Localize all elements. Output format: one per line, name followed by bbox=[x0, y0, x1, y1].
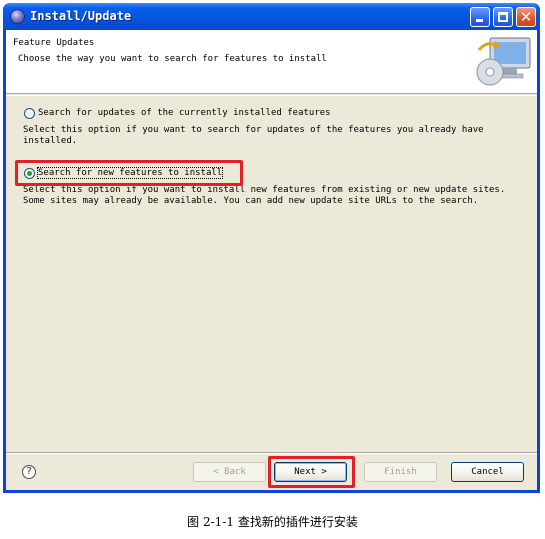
close-button[interactable]: ✕ bbox=[516, 7, 536, 27]
maximize-icon bbox=[498, 12, 508, 22]
page-description: Choose the way you want to search for fe… bbox=[18, 54, 327, 64]
title-bar[interactable]: Install/Update ✕ bbox=[3, 3, 540, 30]
dialog-body: Feature Updates Choose the way you want … bbox=[6, 30, 537, 490]
header-separator bbox=[6, 95, 537, 96]
new-features-highlight bbox=[15, 160, 243, 186]
updates-option-description: Select this option if you want to search… bbox=[23, 125, 484, 146]
footer-separator-highlight bbox=[6, 453, 537, 454]
updates-radio[interactable] bbox=[24, 108, 35, 119]
next-button-highlight bbox=[268, 456, 355, 488]
back-button[interactable]: < Back bbox=[193, 462, 266, 482]
install-wizard-icon bbox=[476, 37, 531, 86]
minimize-button[interactable] bbox=[470, 7, 490, 27]
eclipse-app-icon bbox=[10, 9, 25, 24]
wizard-header: Feature Updates Choose the way you want … bbox=[6, 30, 537, 94]
close-icon: ✕ bbox=[519, 8, 533, 26]
install-update-window: Install/Update ✕ Feature Updates Choose … bbox=[3, 3, 540, 493]
updates-option-label[interactable]: Search for updates of the currently inst… bbox=[38, 108, 331, 118]
help-icon[interactable]: ? bbox=[22, 465, 36, 479]
minimize-icon bbox=[476, 19, 483, 22]
new-features-option-description: Select this option if you want to instal… bbox=[23, 185, 506, 206]
window-title: Install/Update bbox=[30, 9, 132, 23]
maximize-button[interactable] bbox=[493, 7, 513, 27]
figure-caption: 图 2-1-1 查找新的插件进行安装 bbox=[187, 515, 358, 529]
page-title: Feature Updates bbox=[13, 38, 95, 48]
cancel-button[interactable]: Cancel bbox=[451, 462, 524, 482]
finish-button[interactable]: Finish bbox=[364, 462, 437, 482]
